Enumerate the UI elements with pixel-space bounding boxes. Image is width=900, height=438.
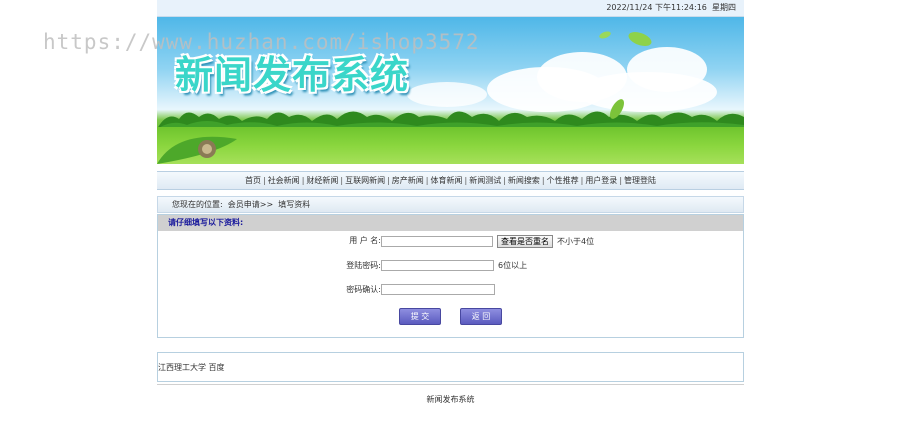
nav-user-login[interactable]: 用户登录 [585, 176, 617, 185]
trees-graphic [157, 111, 744, 129]
nav-social-news[interactable]: 社会新闻 [268, 176, 300, 185]
watermark-text: https://www.huzhan.com/ishop3572 [43, 30, 480, 54]
nav-news-test[interactable]: 新闻测试 [469, 176, 501, 185]
nav-admin-login[interactable]: 管理登陆 [624, 176, 656, 185]
password-input[interactable] [381, 260, 494, 271]
nav-home[interactable]: 首页 [245, 176, 261, 185]
password-hint: 6位以上 [498, 261, 528, 270]
page-container: 2022/11/24 下午11:24:16 星期四 新闻发布系统 首页 | 社会新闻… [157, 0, 744, 438]
password-label: 登陆密码: [346, 261, 381, 270]
footer-text: 新闻发布系统 [426, 395, 475, 404]
datetime: 2022/11/24 下午11:24:16 星期四 [606, 3, 736, 12]
breadcrumb: 您现在的位置: 会员申请>> 填写资料 [157, 196, 744, 213]
main-nav: 首页 | 社会新闻 | 财经新闻 | 互联网新闻 | 房产新闻 | 体育新闻 | 新闻测试 | 新闻搜索 | 个… [157, 171, 744, 190]
username-input[interactable] [381, 236, 493, 247]
register-form: 请仔细填写以下资料: 用 户 名: 查看是否重名 不小于4位 登陆密码: 6位以… [157, 214, 744, 338]
leaf-icon [610, 99, 624, 119]
nav-realestate-news[interactable]: 房产新闻 [392, 176, 424, 185]
leaf-snail-graphic [157, 136, 237, 164]
falling-leaf-icon [599, 31, 652, 46]
link-jxust[interactable]: 江西理工大学 [158, 363, 206, 372]
footer: 新闻发布系统 [157, 384, 744, 405]
confirm-row: 密码确认: [158, 283, 745, 297]
confirm-password-input[interactable] [381, 284, 495, 295]
form-heading: 请仔细填写以下资料: [158, 215, 743, 231]
submit-button[interactable]: 提 交 [399, 308, 441, 325]
breadcrumb-current: 填写资料 [278, 200, 311, 209]
breadcrumb-prefix: 您现在的位置: [172, 200, 223, 209]
check-username-button[interactable]: 查看是否重名 [497, 235, 553, 248]
link-baidu[interactable]: 百度 [209, 363, 225, 372]
top-bar: 2022/11/24 下午11:24:16 星期四 [157, 0, 744, 17]
nav-recommend[interactable]: 个性推荐 [547, 176, 579, 185]
username-hint: 不小于4位 [557, 237, 595, 246]
back-button[interactable]: 返 回 [460, 308, 502, 325]
username-row: 用 户 名: 查看是否重名 不小于4位 [158, 234, 745, 248]
password-row: 登陆密码: 6位以上 [158, 259, 745, 273]
breadcrumb-path: 会员申请>> [227, 200, 274, 209]
confirm-label: 密码确认: [346, 285, 381, 294]
friend-links: 江西理工大学 百度 [157, 352, 744, 382]
nav-finance-news[interactable]: 财经新闻 [306, 176, 338, 185]
username-label: 用 户 名: [349, 236, 381, 245]
nav-sports-news[interactable]: 体育新闻 [431, 176, 463, 185]
nav-news-search[interactable]: 新闻搜索 [508, 176, 540, 185]
nav-internet-news[interactable]: 互联网新闻 [345, 176, 385, 185]
